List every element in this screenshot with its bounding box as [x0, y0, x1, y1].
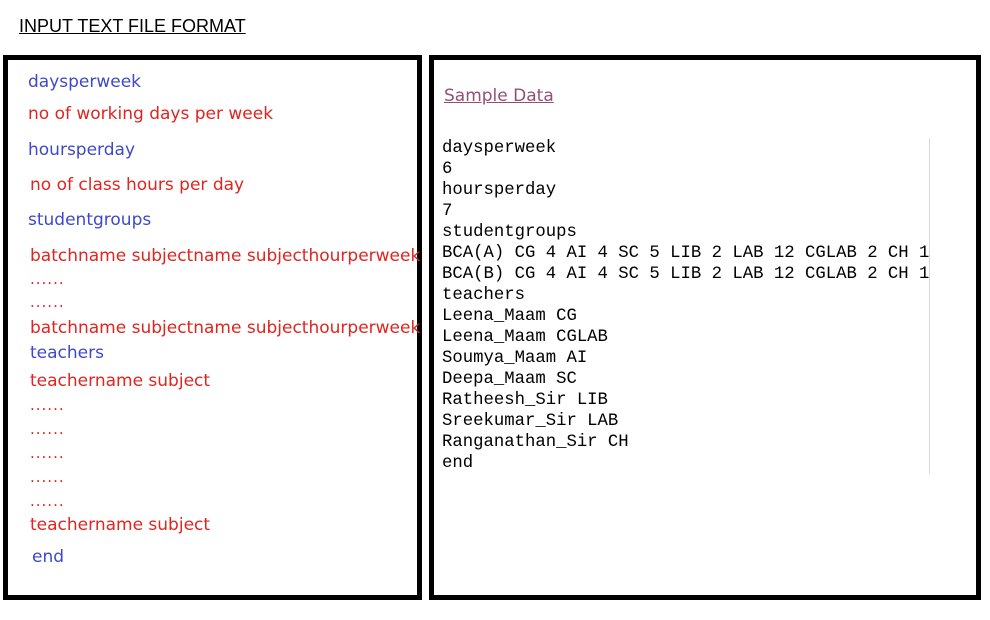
format-line-desc: batchname subjectname subjecthourperweek	[30, 246, 421, 266]
format-box: daysperweek no of working days per week …	[3, 55, 422, 600]
code-line: teachers	[442, 286, 525, 305]
code-line: hoursperday	[442, 181, 557, 200]
format-line-ellipsis: ......	[30, 468, 65, 486]
format-line-keyword: hoursperday	[28, 140, 136, 160]
sample-box: Sample Data daysperweek 6 hoursperday 7 …	[429, 55, 981, 600]
format-line-keyword: studentgroups	[28, 210, 152, 230]
code-line: studentgroups	[442, 223, 577, 242]
format-line-ellipsis: ......	[30, 293, 65, 311]
format-line-desc: teachername subject	[30, 515, 211, 535]
format-line-desc: teachername subject	[30, 371, 211, 391]
code-line: Leena_Maam CG	[442, 307, 577, 326]
code-line: Soumya_Maam AI	[442, 349, 588, 368]
format-line-ellipsis: ......	[30, 270, 65, 288]
code-line: BCA(B) CG 4 AI 4 SC 5 LIB 2 LAB 12 CGLAB…	[442, 265, 930, 284]
format-line-desc: no of class hours per day	[30, 175, 245, 195]
code-line: BCA(A) CG 4 AI 4 SC 5 LIB 2 LAB 12 CGLAB…	[442, 244, 930, 263]
code-line: daysperweek	[442, 139, 557, 158]
code-line: Ranganathan_Sir CH	[442, 433, 629, 452]
sample-code-block: daysperweek 6 hoursperday 7 studentgroup…	[442, 138, 931, 474]
format-line-ellipsis: ......	[30, 444, 65, 462]
format-line-ellipsis: ......	[30, 492, 65, 510]
format-line-keyword: teachers	[30, 343, 104, 363]
code-line: 6	[442, 160, 453, 179]
code-line: 7	[442, 202, 453, 221]
format-line-ellipsis: ......	[30, 396, 65, 414]
format-line-keyword: end	[32, 547, 65, 567]
code-line: Leena_Maam CGLAB	[442, 328, 608, 347]
page-title: INPUT TEXT FILE FORMAT	[19, 16, 246, 36]
format-line-desc: no of working days per week	[28, 104, 274, 124]
sample-data-link[interactable]: Sample Data	[444, 86, 554, 106]
format-line-ellipsis: ......	[30, 420, 65, 438]
code-line: end	[442, 454, 474, 473]
format-line-desc: batchname subjectname subjecthourperweek	[30, 318, 421, 338]
code-line: Sreekumar_Sir LAB	[442, 412, 619, 431]
code-line: Ratheesh_Sir LIB	[442, 391, 608, 410]
format-line-keyword: daysperweek	[28, 72, 142, 92]
code-line: Deepa_Maam SC	[442, 370, 577, 389]
